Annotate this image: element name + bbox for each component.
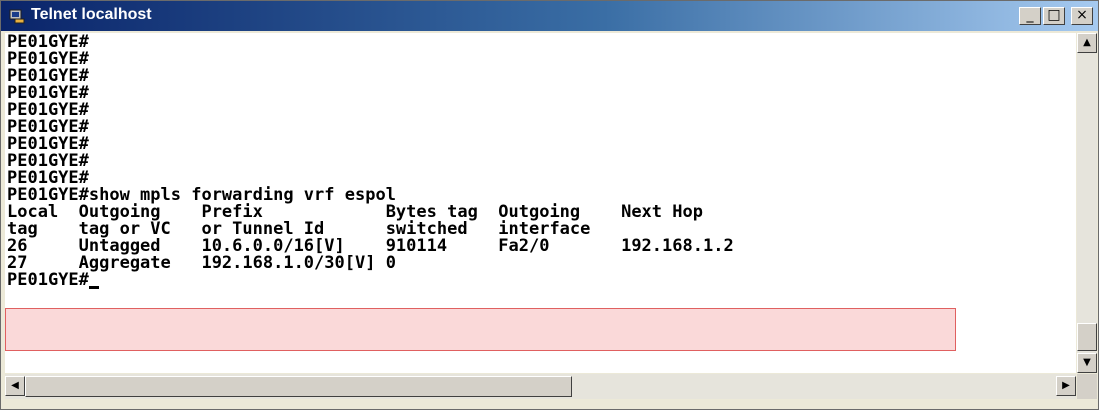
arrow-left-icon: ◀ — [11, 380, 19, 391]
arrow-right-icon: ▶ — [1062, 380, 1070, 391]
arrow-down-icon: ▼ — [1083, 357, 1091, 368]
highlight-row — [6, 330, 955, 350]
scroll-down-button[interactable]: ▼ — [1077, 353, 1097, 373]
terminal-line: PE01GYE# — [7, 33, 89, 52]
maximize-icon: □ — [1047, 7, 1061, 23]
terminal-line: PE01GYE# — [7, 134, 89, 154]
maximize-button[interactable]: □ — [1043, 7, 1065, 25]
terminal-line: PE01GYE# — [7, 100, 89, 120]
highlight-row — [6, 310, 955, 330]
terminal-output: PE01GYE# PE01GYE# PE01GYE# PE01GYE# PE01… — [7, 34, 734, 289]
vertical-scrollbar[interactable]: ▲ ▼ — [1077, 33, 1097, 373]
horizontal-scrollbar[interactable]: ◀ ▶ — [5, 374, 1076, 399]
terminal-line: PE01GYE# — [7, 117, 89, 137]
scroll-left-button[interactable]: ◀ — [5, 376, 25, 396]
terminal-area[interactable]: PE01GYE# PE01GYE# PE01GYE# PE01GYE# PE01… — [5, 33, 1076, 373]
scroll-right-button[interactable]: ▶ — [1056, 376, 1076, 396]
table-row: 27 Aggregate 192.168.1.0/30[V] 0 — [7, 253, 396, 273]
terminal-line: PE01GYE# — [7, 83, 89, 103]
terminal-line: PE01GYE# — [7, 49, 89, 69]
cursor — [88, 286, 99, 289]
prompt-text: PE01GYE# — [7, 270, 89, 290]
telnet-app-icon — [9, 8, 25, 24]
telnet-window: Telnet localhost _ □ × PE01GYE# PE01GYE#… — [0, 0, 1099, 410]
close-button[interactable]: × — [1071, 7, 1093, 25]
minimize-button[interactable]: _ — [1019, 7, 1041, 25]
window-title: Telnet localhost — [31, 6, 152, 23]
title-bar[interactable]: Telnet localhost _ □ × — [1, 1, 1098, 31]
horizontal-scroll-thumb[interactable] — [25, 376, 572, 397]
scroll-up-button[interactable]: ▲ — [1077, 33, 1097, 53]
terminal-line: PE01GYE# — [7, 66, 89, 86]
resize-grip[interactable] — [1077, 374, 1097, 399]
arrow-up-icon: ▲ — [1083, 37, 1091, 48]
highlight-box — [5, 308, 956, 351]
terminal-line: PE01GYE# — [7, 151, 89, 171]
close-icon: × — [1076, 7, 1088, 23]
minimize-icon: _ — [1026, 7, 1034, 23]
vertical-scroll-thumb[interactable] — [1077, 323, 1097, 351]
prompt-line[interactable]: PE01GYE# — [7, 272, 734, 289]
